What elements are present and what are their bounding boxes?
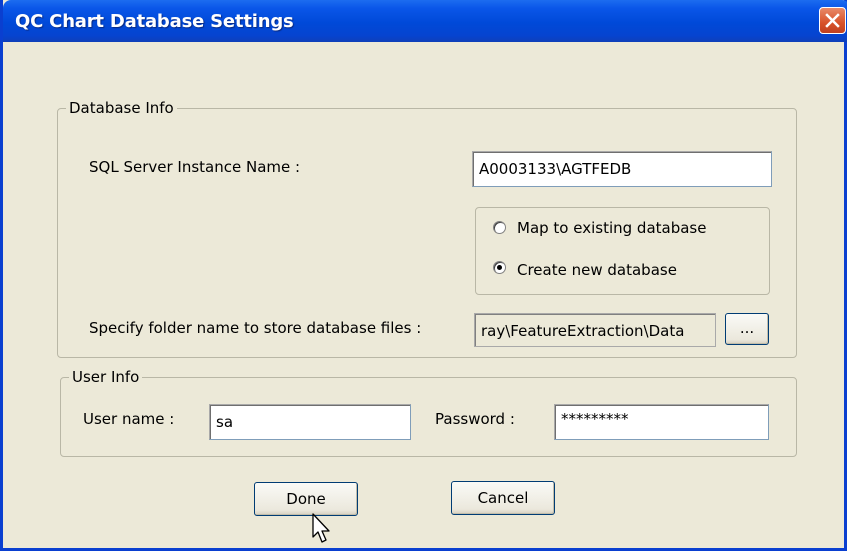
instance-name-label: SQL Server Instance Name : (89, 158, 301, 176)
dialog-window: QC Chart Database Settings Database Info… (0, 0, 847, 551)
folder-path-input[interactable]: ray\FeatureExtraction\Data (474, 313, 716, 347)
create-new-label[interactable]: Create new database (517, 261, 677, 279)
mouse-pointer-icon (312, 513, 330, 543)
password-label: Password : (435, 410, 515, 428)
username-label: User name : (83, 410, 175, 428)
title-bar[interactable]: QC Chart Database Settings (3, 0, 847, 42)
cancel-button-label: Cancel (477, 489, 529, 507)
password-input[interactable]: ********* (554, 404, 769, 440)
create-new-radio[interactable] (493, 261, 506, 274)
database-info-label: Database Info (66, 99, 177, 117)
window-title: QC Chart Database Settings (15, 11, 294, 32)
username-input[interactable]: sa (209, 404, 411, 440)
done-button-label: Done (286, 490, 326, 508)
folder-label: Specify folder name to store database fi… (89, 319, 422, 337)
radio-selected-dot (497, 265, 502, 270)
cancel-button[interactable]: Cancel (451, 481, 555, 515)
map-existing-radio[interactable] (493, 221, 506, 234)
user-info-label: User Info (69, 368, 143, 386)
map-existing-label[interactable]: Map to existing database (517, 219, 706, 237)
instance-name-input[interactable]: A0003133\AGTFEDB (472, 151, 772, 187)
close-icon (825, 13, 840, 28)
done-button[interactable]: Done (254, 482, 358, 516)
browse-button[interactable]: ... (725, 313, 769, 345)
close-button[interactable] (819, 7, 846, 34)
